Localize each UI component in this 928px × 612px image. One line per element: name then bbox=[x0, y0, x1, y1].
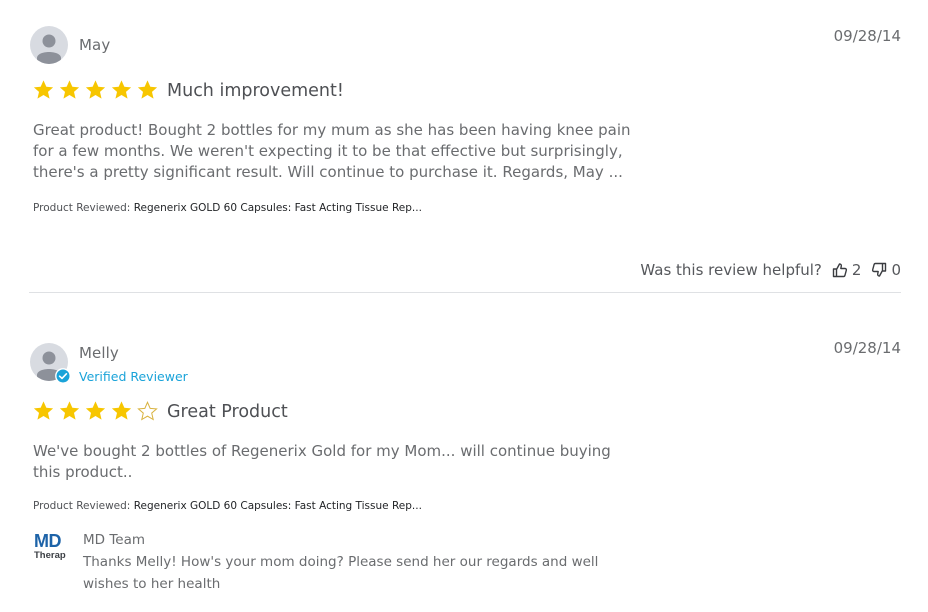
thumbs-up-icon bbox=[832, 263, 847, 278]
star-rating bbox=[32, 79, 159, 101]
star-filled-icon bbox=[33, 80, 54, 99]
star-filled-icon bbox=[33, 401, 54, 420]
reviewer-name: Melly bbox=[79, 344, 119, 362]
upvote-count: 2 bbox=[851, 261, 862, 279]
helpful-vote: Was this review helpful? 2 0 bbox=[640, 261, 901, 279]
star-rating bbox=[32, 400, 159, 422]
product-reviewed: Product Reviewed: Regenerix GOLD 60 Caps… bbox=[33, 202, 422, 214]
user-avatar-icon bbox=[30, 26, 68, 64]
review-title: Much improvement! bbox=[167, 81, 344, 101]
product-reviewed: Product Reviewed: Regenerix GOLD 60 Caps… bbox=[33, 500, 422, 512]
downvote-count: 0 bbox=[891, 261, 901, 279]
review-body: We've bought 2 bottles of Regenerix Gold… bbox=[33, 442, 611, 481]
product-reviewed-link[interactable]: Regenerix GOLD 60 Capsules: Fast Acting … bbox=[134, 202, 422, 214]
star-filled-icon bbox=[85, 401, 106, 420]
product-reviewed-link[interactable]: Regenerix GOLD 60 Capsules: Fast Acting … bbox=[134, 500, 422, 512]
review-card: Melly Verified Reviewer 09/28/14 Great P… bbox=[0, 300, 928, 612]
product-reviewed-label: Product Reviewed: bbox=[33, 500, 131, 512]
review-body: Great product! Bought 2 bottles for my m… bbox=[33, 121, 631, 181]
reply-author: MD Team bbox=[83, 532, 146, 548]
star-filled-icon bbox=[137, 80, 158, 99]
logo-main-text: MD bbox=[34, 531, 62, 551]
review-title: Great Product bbox=[167, 402, 288, 422]
upvote-button[interactable]: 2 bbox=[832, 261, 862, 279]
review-date: 09/28/14 bbox=[833, 27, 901, 45]
star-filled-icon bbox=[111, 401, 132, 420]
verified-reviewer-label: Verified Reviewer bbox=[79, 369, 188, 384]
star-filled-icon bbox=[111, 80, 132, 99]
verified-badge-icon bbox=[55, 368, 71, 384]
review-divider bbox=[29, 292, 901, 293]
star-filled-icon bbox=[59, 401, 80, 420]
downvote-button[interactable]: 0 bbox=[871, 261, 901, 279]
star-filled-icon bbox=[85, 80, 106, 99]
product-reviewed-label: Product Reviewed: bbox=[33, 202, 131, 214]
reviewer-name: May bbox=[79, 36, 111, 54]
thumbs-down-icon bbox=[872, 262, 887, 277]
reply-text: Thanks Melly! How's your mom doing? Plea… bbox=[83, 554, 599, 592]
helpful-question: Was this review helpful? bbox=[640, 261, 822, 279]
star-empty-icon bbox=[137, 401, 158, 421]
merchant-logo: MD Therap bbox=[34, 532, 74, 568]
logo-sub-text: Therap bbox=[34, 550, 66, 561]
star-filled-icon bbox=[59, 80, 80, 99]
review-date: 09/28/14 bbox=[833, 339, 901, 357]
review-card: May 09/28/14 Much improvement! Great pro… bbox=[0, 0, 928, 296]
